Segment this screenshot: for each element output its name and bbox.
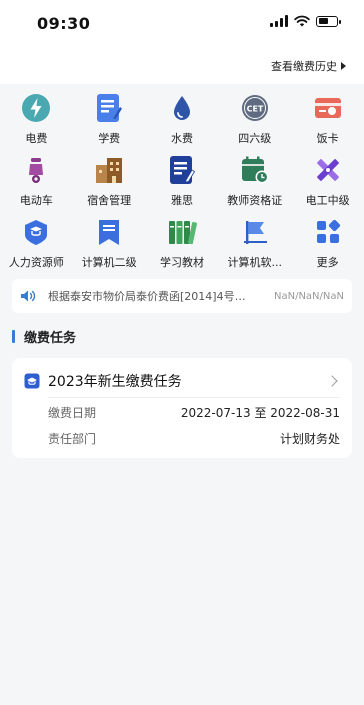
service-row: 人力资源师 计算机二级 学习教材 计算机软... 更多 bbox=[0, 216, 364, 278]
service-label: 电费 bbox=[25, 132, 48, 145]
service-label: 计算机软... bbox=[227, 256, 283, 269]
service-label: 电动车 bbox=[19, 194, 53, 207]
divider bbox=[48, 397, 340, 398]
wifi-icon bbox=[294, 15, 310, 27]
service-ielts[interactable]: 雅思 bbox=[146, 154, 219, 216]
task-card-header: 2023年新生缴费任务 bbox=[24, 370, 340, 392]
calendar-clock-icon bbox=[239, 154, 271, 186]
service-label: 四六级 bbox=[238, 132, 272, 145]
payment-date-label: 缴费日期 bbox=[48, 406, 97, 420]
service-e-bike[interactable]: 电动车 bbox=[0, 154, 73, 216]
flag-icon bbox=[239, 216, 271, 248]
ielts-edit-icon bbox=[166, 154, 198, 186]
service-meal-card[interactable]: 饭卡 bbox=[291, 92, 364, 154]
department-label: 责任部门 bbox=[48, 432, 97, 446]
service-water[interactable]: 水费 bbox=[146, 92, 219, 154]
graduation-cap-icon bbox=[24, 373, 40, 389]
service-label: 电工中级 bbox=[305, 194, 350, 207]
service-dormitory[interactable]: 宿舍管理 bbox=[73, 154, 146, 216]
water-drop-icon bbox=[166, 92, 198, 124]
chevron-right-icon bbox=[326, 375, 338, 387]
signal-icon bbox=[270, 15, 288, 27]
service-label: 学费 bbox=[98, 132, 121, 145]
dormitory-icon bbox=[93, 154, 125, 186]
status-icons bbox=[270, 15, 341, 27]
department-row: 责任部门 计划财务处 bbox=[48, 430, 340, 447]
svg-text:CET: CET bbox=[246, 105, 263, 114]
service-tuition[interactable]: 学费 bbox=[73, 92, 146, 154]
battery-icon bbox=[316, 15, 341, 27]
service-computer-software[interactable]: 计算机软... bbox=[218, 216, 291, 278]
bookmark-icon bbox=[93, 216, 125, 248]
notice-text: 根据泰安市物价局泰价费函[2014]4号文... bbox=[48, 290, 256, 303]
service-label: 水费 bbox=[170, 132, 193, 145]
lightning-icon bbox=[20, 92, 52, 124]
cet-badge-icon: CET bbox=[239, 92, 271, 124]
status-time: 09:30 bbox=[37, 14, 91, 33]
section-title: 缴费任务 bbox=[12, 327, 76, 346]
service-label: 教师资格证 bbox=[227, 194, 283, 207]
service-computer-level2[interactable]: 计算机二级 bbox=[73, 216, 146, 278]
service-label: 更多 bbox=[316, 256, 339, 269]
payment-task-card[interactable]: 2023年新生缴费任务 缴费日期 2022-07-13 至 2022-08-31… bbox=[12, 358, 352, 458]
service-cet[interactable]: CET 四六级 bbox=[218, 92, 291, 154]
pencil-ruler-icon bbox=[312, 154, 344, 186]
service-label: 雅思 bbox=[170, 194, 193, 207]
service-electricity[interactable]: 电费 bbox=[0, 92, 73, 154]
payment-history-link[interactable]: 查看缴费历史 bbox=[271, 58, 346, 74]
task-title: 2023年新生缴费任务 bbox=[48, 374, 182, 390]
document-edit-icon bbox=[93, 92, 125, 124]
service-more[interactable]: 更多 bbox=[291, 216, 364, 278]
books-icon bbox=[166, 216, 198, 248]
service-label: 人力资源师 bbox=[8, 256, 64, 269]
service-teacher-cert[interactable]: 教师资格证 bbox=[218, 154, 291, 216]
service-label: 饭卡 bbox=[316, 132, 339, 145]
service-electrician[interactable]: 电工中级 bbox=[291, 154, 364, 216]
payment-history-label: 查看缴费历史 bbox=[271, 60, 337, 73]
scooter-icon bbox=[20, 154, 52, 186]
payment-date-row: 缴费日期 2022-07-13 至 2022-08-31 bbox=[48, 404, 340, 421]
meal-card-icon bbox=[312, 92, 344, 124]
history-bar: 查看缴费历史 bbox=[0, 46, 364, 84]
section-title-text: 缴费任务 bbox=[24, 331, 77, 346]
department-value: 计划财务处 bbox=[279, 432, 340, 446]
play-arrow-icon bbox=[341, 62, 346, 70]
service-textbooks[interactable]: 学习教材 bbox=[146, 216, 219, 278]
payment-date-value: 2022-07-13 至 2022-08-31 bbox=[180, 406, 340, 420]
graduation-cap-icon bbox=[20, 216, 52, 248]
service-label: 宿舍管理 bbox=[87, 194, 132, 207]
service-hr[interactable]: 人力资源师 bbox=[0, 216, 73, 278]
notice-bar[interactable]: 根据泰安市物价局泰价费函[2014]4号文... NaN/NaN/NaN bbox=[12, 279, 352, 313]
service-row: 电费 学费 水费 CET 四六级 饭卡 bbox=[0, 92, 364, 154]
service-label: 学习教材 bbox=[159, 256, 204, 269]
grid-more-icon bbox=[312, 216, 344, 248]
service-row: 电动车 宿舍管理 雅思 教师资格证 电工中级 bbox=[0, 154, 364, 216]
service-grid: 电费 学费 水费 CET 四六级 饭卡 电动车 宿舍管理 雅思 教师资格证 电工… bbox=[0, 92, 364, 278]
speaker-icon bbox=[21, 290, 36, 302]
notice-date: NaN/NaN/NaN bbox=[273, 290, 344, 302]
section-accent-bar bbox=[12, 330, 15, 343]
service-label: 计算机二级 bbox=[81, 256, 137, 269]
status-bar: 09:30 bbox=[0, 0, 364, 46]
